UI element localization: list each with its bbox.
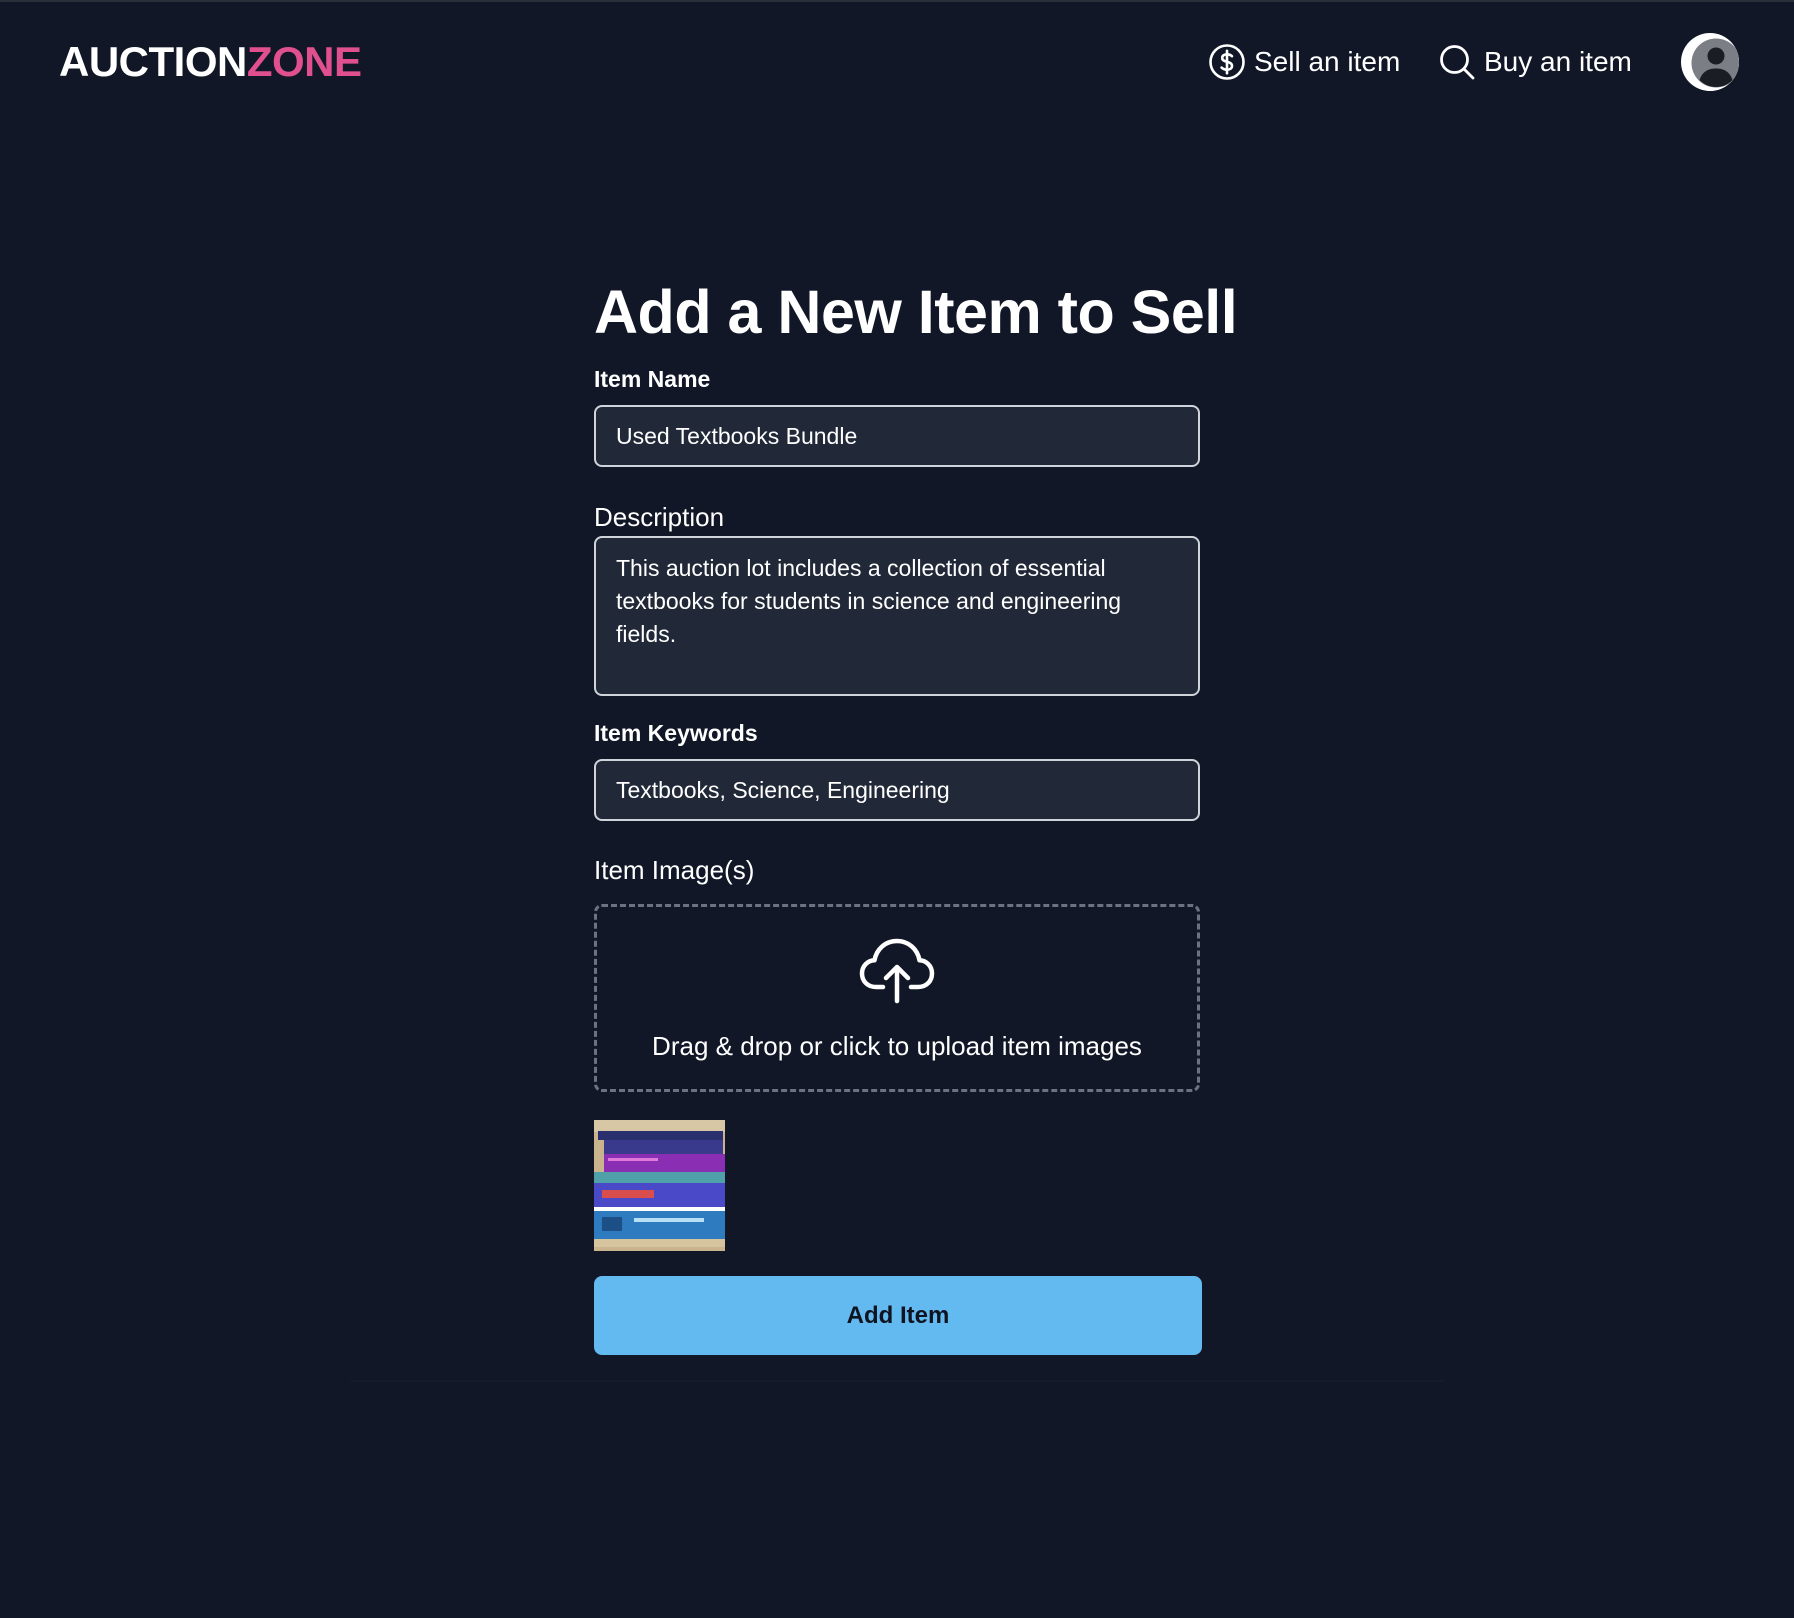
- item-images-label: Item Image(s): [594, 855, 755, 885]
- search-icon: [1440, 45, 1475, 80]
- sell-an-item-link[interactable]: Sell an item: [1208, 40, 1400, 84]
- item-name-input[interactable]: [594, 405, 1200, 467]
- item-keywords-label: Item Keywords: [594, 720, 758, 746]
- add-item-button[interactable]: Add Item: [594, 1276, 1202, 1355]
- page-title: Add a New Item to Sell: [594, 278, 1238, 346]
- form-card-bottom-edge: [350, 1380, 1444, 1382]
- description-textarea[interactable]: This auction lot includes a collection o…: [594, 536, 1200, 696]
- cloud-upload-icon: [859, 938, 935, 1004]
- buy-an-item-label: Buy an item: [1484, 46, 1632, 77]
- uploaded-image-thumbnail[interactable]: [594, 1120, 725, 1251]
- textbooks-stack-image: [594, 1120, 725, 1251]
- dollar-circle-icon: [1209, 44, 1245, 80]
- add-item-form: Add a New Item to Sell Item Name Descrip…: [594, 270, 1238, 1355]
- item-name-label: Item Name: [594, 366, 711, 392]
- dropzone-text: Drag & drop or click to upload item imag…: [652, 1031, 1142, 1061]
- logo-text-auction: AUCTION: [59, 38, 247, 85]
- window-top-border: [0, 0, 1794, 2]
- sell-an-item-label: Sell an item: [1254, 46, 1401, 77]
- description-label: Description: [594, 502, 725, 532]
- item-keywords-input[interactable]: [594, 759, 1200, 821]
- site-logo[interactable]: AUCTIONZONE: [59, 37, 362, 87]
- logo-text-zone: ZONE: [246, 38, 362, 85]
- user-avatar-icon: [1687, 34, 1739, 91]
- user-avatar-button[interactable]: [1681, 33, 1739, 91]
- image-upload-dropzone[interactable]: Drag & drop or click to upload item imag…: [594, 904, 1200, 1092]
- buy-an-item-link[interactable]: Buy an item: [1438, 40, 1632, 84]
